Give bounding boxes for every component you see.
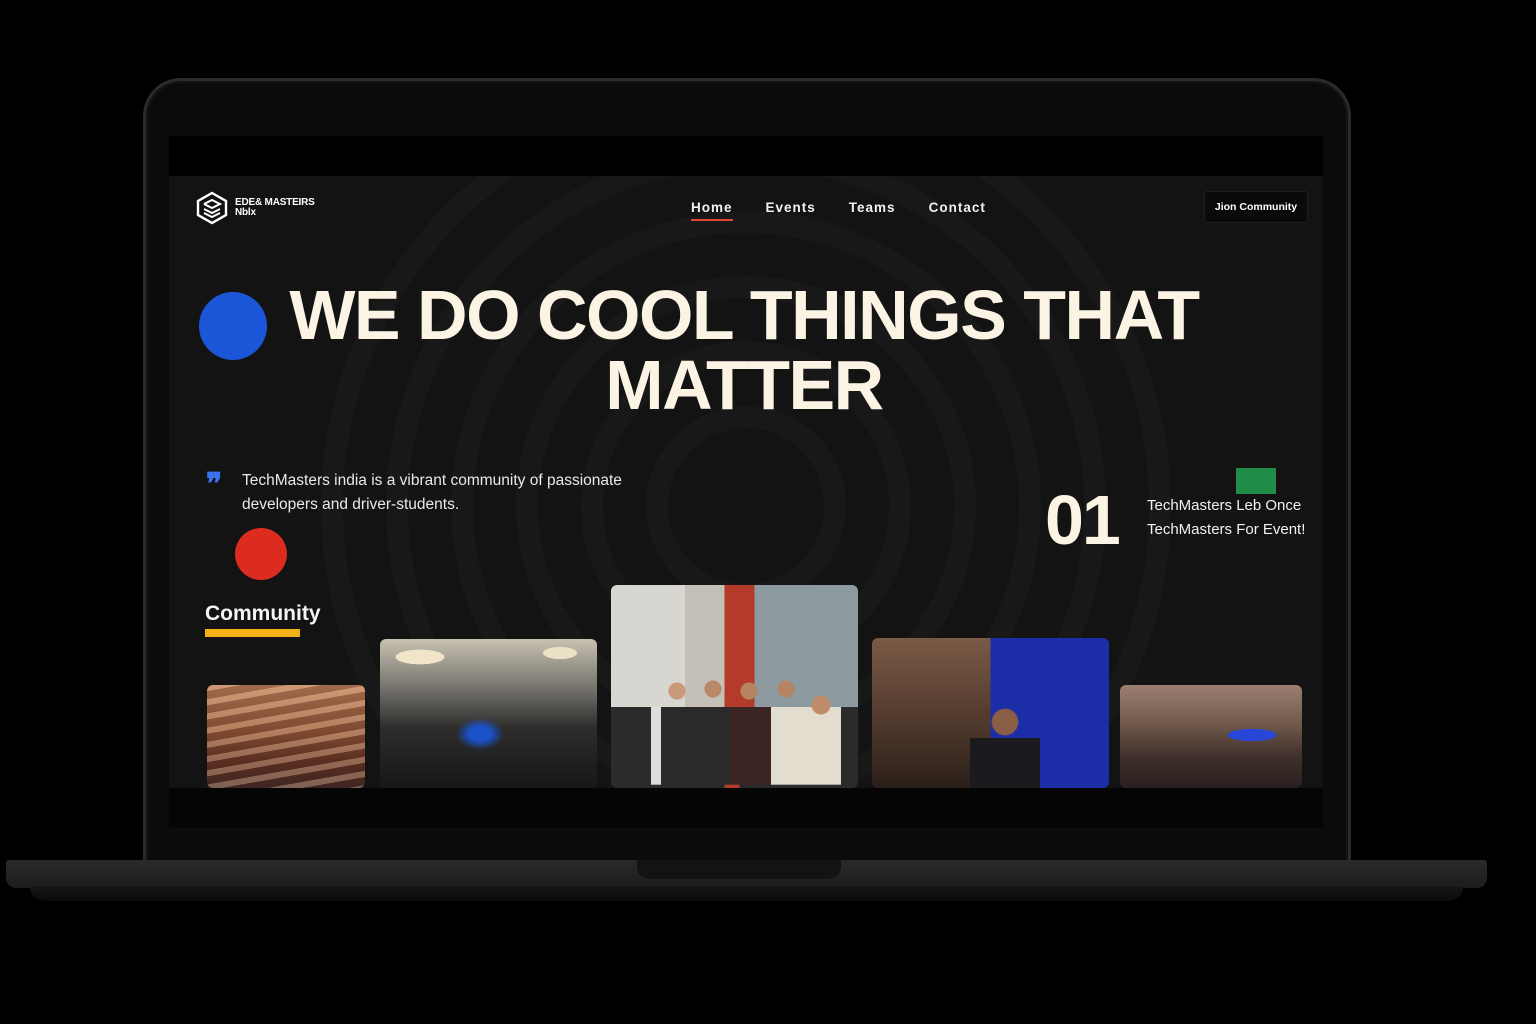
event-hall-photo[interactable] [207, 685, 365, 788]
nav-events[interactable]: Events [766, 198, 816, 222]
laptop-screen: EDE& MASTEIRS Nblx Home Events Teams Con… [169, 136, 1323, 828]
speaker-stage-photo[interactable] [872, 638, 1109, 788]
quote-icon: ❞ [206, 467, 223, 502]
hero-intro: TechMasters india is a vibrant community… [242, 472, 622, 513]
blue-decor-circle [199, 292, 267, 360]
community-underline [205, 629, 300, 637]
nav-teams[interactable]: Teams [849, 198, 896, 222]
nav-home[interactable]: Home [691, 198, 733, 222]
nav-contact[interactable]: Contact [929, 198, 986, 222]
green-decor-square [1236, 468, 1276, 494]
laptop-mockup: EDE& MASTEIRS Nblx Home Events Teams Con… [0, 0, 1536, 1024]
screen-bottom-bar [169, 788, 1323, 828]
laptop-base-bottom [30, 887, 1463, 901]
stat-number: 01 [1045, 481, 1121, 559]
group-award-photo[interactable] [611, 585, 858, 788]
audience-room-photo[interactable] [380, 639, 597, 788]
stat-text: TechMasters Leb Once TechMasters For Eve… [1147, 497, 1306, 538]
site-logo[interactable]: EDE& MASTEIRS Nblx [195, 190, 335, 226]
laptop-notch [637, 860, 841, 879]
hexagon-stack-icon [196, 191, 228, 225]
main-nav: Home Events Teams Contact [691, 198, 986, 222]
red-decor-circle [235, 528, 287, 580]
crowd-photo[interactable] [1120, 685, 1302, 788]
community-title: Community [205, 602, 321, 625]
website: EDE& MASTEIRS Nblx Home Events Teams Con… [169, 176, 1323, 788]
logo-text: EDE& MASTEIRS Nblx [235, 197, 315, 218]
join-community-button[interactable]: Jion Community [1204, 191, 1308, 223]
hero-headline: WE DO COOL THINGS THAT MATTER [289, 276, 1200, 424]
